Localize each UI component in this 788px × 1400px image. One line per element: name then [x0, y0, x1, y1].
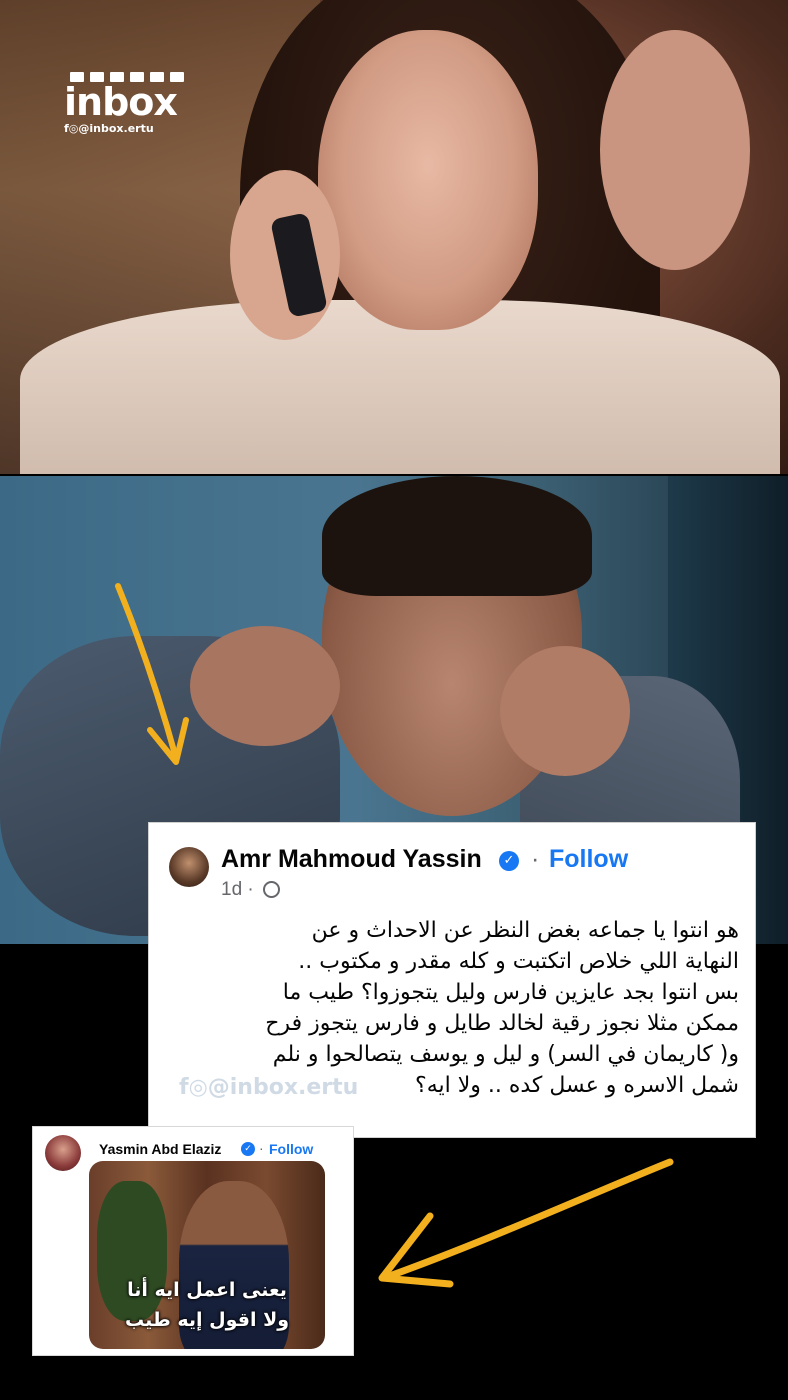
meme-caption: يعنى اعمل ايه أنا ولا اقول إيه طيب [89, 1275, 325, 1335]
verified-badge-icon: ✓ [499, 851, 519, 871]
post-author[interactable]: Amr Mahmoud Yassin [221, 845, 482, 874]
face [318, 30, 538, 330]
post-meta: 1d · [221, 879, 281, 901]
meme-image[interactable]: يعنى اعمل ايه أنا ولا اقول إيه طيب [89, 1161, 325, 1349]
hand-left [190, 626, 340, 746]
meme-caption-line: ولا اقول إيه طيب [124, 1309, 290, 1331]
arrow-reply-icon [378, 1158, 674, 1288]
facebook-reply: Yasmin Abd Elaziz ✓ · Follow يعنى اعمل ا… [32, 1126, 354, 1356]
post-line: هو انتوا يا جماعه بغض النظر عن الاحداث و… [311, 918, 739, 943]
post-line: النهاية اللي خلاص اتكتبت و كله مقدر و مك… [298, 949, 739, 974]
hand-raised [600, 30, 750, 270]
verified-badge-icon: ✓ [241, 1142, 255, 1156]
avatar[interactable] [45, 1135, 81, 1171]
watermark: f◎@inbox.ertu [179, 1075, 359, 1100]
post-time[interactable]: 1d [221, 879, 242, 900]
separator-dot: · [259, 1140, 264, 1156]
meta-separator: · [247, 879, 254, 900]
post-body: هو انتوا يا جماعه بغض النظر عن الاحداث و… [179, 915, 739, 1101]
globe-icon [263, 881, 281, 898]
hand-right [500, 646, 630, 776]
post-line: ممكن مثلا نجوز رقية لخالد طايل و فارس يت… [265, 1011, 739, 1036]
inbox-logo: inbox f◎@inbox.ertu [64, 72, 188, 154]
meme-caption-line: يعنى اعمل ايه أنا [127, 1279, 287, 1301]
follow-button[interactable]: Follow [549, 845, 628, 874]
separator-dot: · [531, 845, 540, 873]
avatar[interactable] [169, 847, 209, 887]
hair [322, 476, 592, 596]
logo-word: inbox [64, 80, 178, 124]
reply-author[interactable]: Yasmin Abd Elaziz [99, 1141, 221, 1157]
facebook-post: Amr Mahmoud Yassin ✓ · Follow 1d · هو ان… [148, 822, 756, 1138]
post-line: بس انتوا بجد عايزين فارس وليل يتجوزوا؟ ط… [282, 980, 739, 1005]
follow-button[interactable]: Follow [269, 1141, 313, 1157]
post-line: و( كاريمان في السر) و ليل و يوسف يتصالحو… [272, 1042, 739, 1067]
scene-woman-on-phone: inbox f◎@inbox.ertu [0, 0, 788, 474]
